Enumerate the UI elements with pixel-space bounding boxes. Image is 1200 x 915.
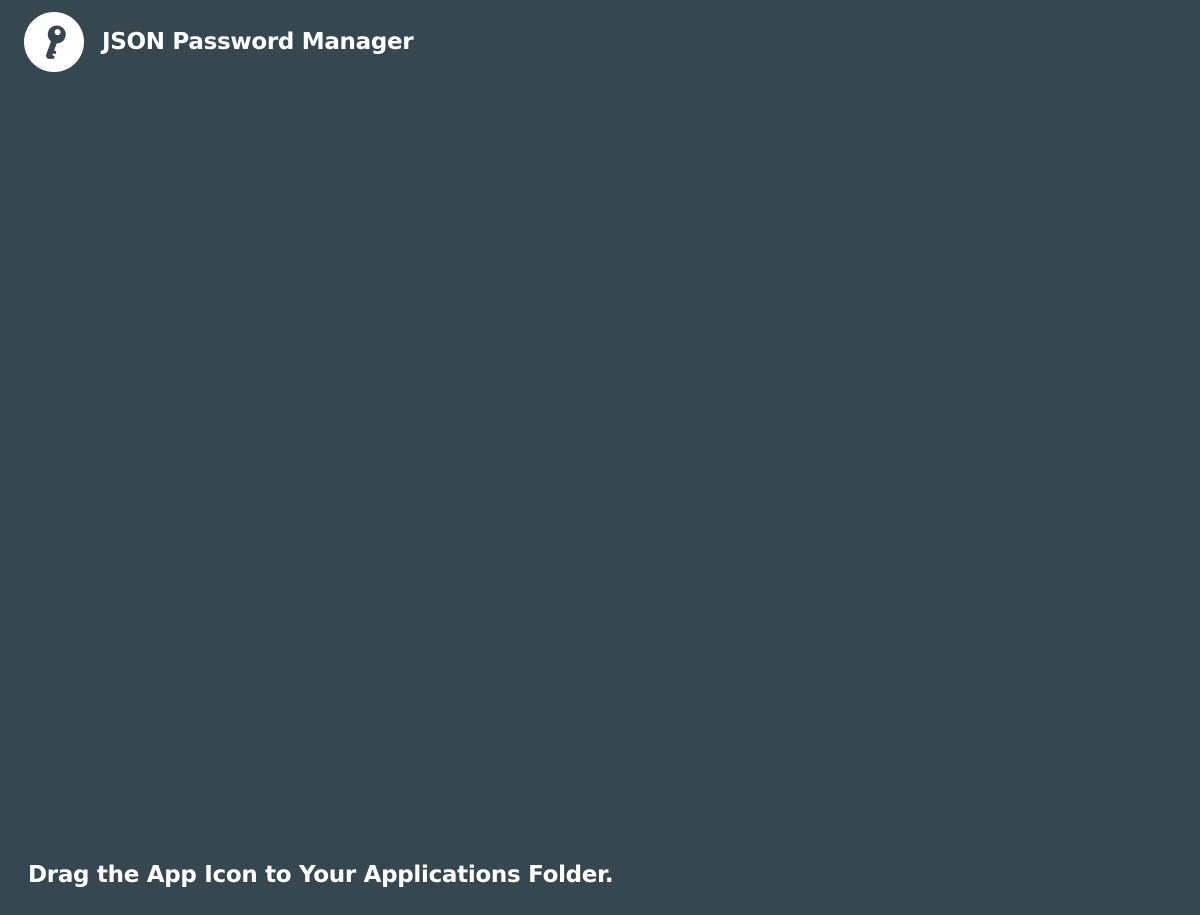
app-header: JSON Password Manager [24,12,414,72]
app-icon[interactable] [24,12,84,72]
install-instruction: Drag the App Icon to Your Applications F… [28,862,614,888]
key-icon [45,25,66,59]
app-title: JSON Password Manager [102,29,414,55]
